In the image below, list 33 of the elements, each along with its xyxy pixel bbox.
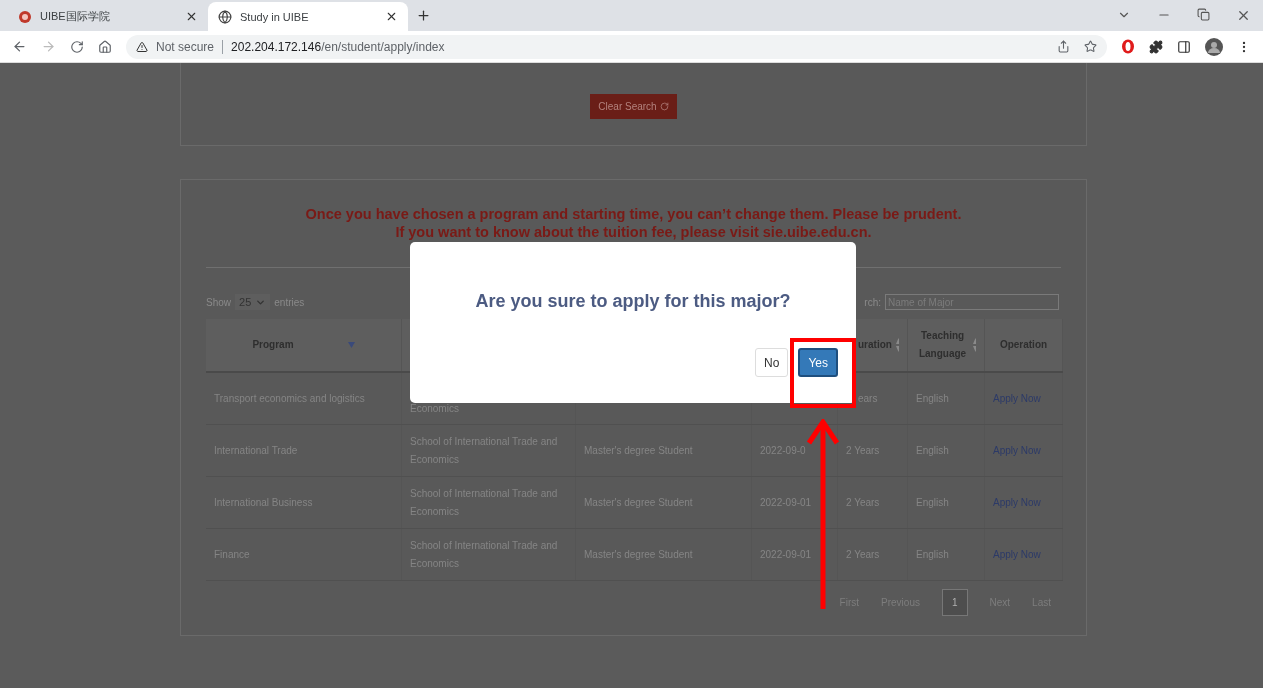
address-bar[interactable]: Not secure 202.204.172.146/en/student/apply/index — [126, 34, 1107, 59]
avatar-icon[interactable] — [1205, 37, 1223, 56]
globe-icon — [218, 9, 232, 24]
warning-icon — [136, 40, 148, 53]
browser-tab[interactable]: Study in UIBE — [208, 2, 408, 31]
tab-title: Study in UIBE — [240, 10, 310, 23]
highlight-frame — [790, 338, 856, 408]
yes-button[interactable]: Yes — [798, 348, 838, 377]
no-button[interactable]: No — [755, 348, 789, 377]
puzzle-icon[interactable] — [1149, 39, 1163, 54]
reload-icon[interactable] — [70, 39, 84, 54]
share-icon[interactable] — [1057, 40, 1070, 53]
logo-icon — [18, 9, 32, 24]
page-number-button[interactable]: 1 — [941, 589, 968, 616]
close-icon[interactable] — [385, 10, 398, 23]
notice-text: If you want to know about the tuition fee, please visit sie.uibe.edu.cn. — [394, 223, 873, 241]
restore-icon[interactable] — [1197, 8, 1210, 21]
star-icon[interactable] — [1084, 40, 1097, 53]
close-icon[interactable] — [185, 10, 198, 23]
back-icon[interactable] — [12, 39, 27, 54]
browser-tab[interactable]: UIBE国际学院 — [8, 2, 208, 31]
dialog-question: Are you sure to apply for this major? — [474, 291, 792, 312]
home-icon[interactable] — [98, 39, 112, 54]
security-label: Not secure — [156, 39, 215, 54]
reset-icon — [659, 102, 669, 111]
notice-text: Once you have chosen a program and starting time, you can’t change them. Please be prudent. — [304, 205, 963, 223]
close-icon[interactable] — [1236, 8, 1251, 23]
new-tab-icon[interactable] — [416, 8, 431, 23]
url-text: 202.204.172.146/en/student/apply/index — [231, 39, 445, 54]
side-panel-icon[interactable] — [1177, 39, 1191, 54]
extension-icon[interactable] — [1121, 39, 1135, 54]
clear-search-button[interactable]: Clear Search — [590, 94, 677, 119]
tab-title: UIBE国际学院 — [40, 9, 111, 24]
